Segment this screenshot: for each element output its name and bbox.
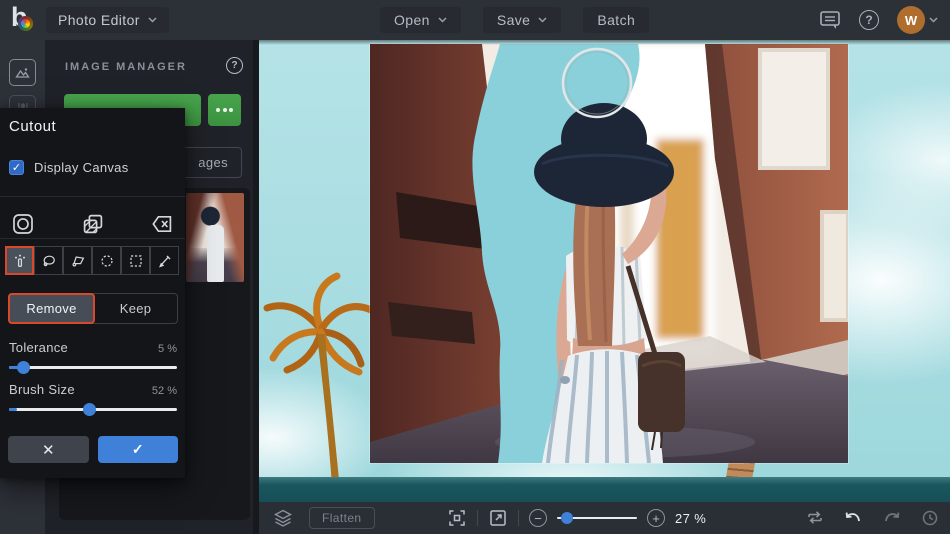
color-wheel-icon [18, 16, 33, 31]
image-manager-help-icon[interactable]: ? [226, 57, 243, 74]
lasso-icon [41, 253, 57, 269]
cancel-button[interactable]: ✕ [8, 436, 89, 463]
layers-icon[interactable] [273, 508, 293, 528]
tool-lasso[interactable] [34, 246, 63, 275]
tool-rect-marquee[interactable] [121, 246, 150, 275]
keep-mode-button[interactable]: Keep [94, 294, 177, 323]
confirm-row: ✕ ✓ [8, 436, 178, 463]
chevron-down-icon [929, 17, 938, 23]
divider [0, 238, 185, 239]
close-icon: ✕ [42, 441, 55, 459]
cutout-panel-title: Cutout [9, 118, 56, 135]
chevron-down-icon [538, 17, 547, 23]
topbar-right: ? W [819, 0, 938, 40]
apply-button[interactable]: ✓ [98, 436, 179, 463]
brush-size-slider-block: Brush Size 52 % [9, 382, 177, 411]
avatar: W [897, 6, 925, 34]
tool-ellipse-marquee[interactable] [92, 246, 121, 275]
zoom-slider[interactable] [557, 517, 637, 519]
undo-icon[interactable] [842, 508, 864, 528]
zoom-out-button[interactable]: − [529, 509, 547, 527]
divider [477, 510, 478, 526]
check-icon: ✓ [132, 441, 144, 458]
ellipse-marquee-icon [99, 253, 115, 269]
app-title-menu[interactable]: Photo Editor [46, 7, 169, 33]
bottom-toolbar: Flatten − + 27 % [259, 502, 950, 534]
account-menu[interactable]: W [897, 6, 938, 34]
app-logo: b [9, 5, 39, 35]
rect-marquee-icon [128, 253, 144, 269]
zoom-level: 27 % [675, 511, 706, 526]
image-manager-title: IMAGE MANAGER [65, 61, 187, 73]
tolerance-slider[interactable] [9, 366, 177, 369]
display-canvas-row: ✓ Display Canvas [9, 160, 129, 175]
tool-magic-wand[interactable] [5, 246, 34, 275]
tolerance-slider-block: Tolerance 5 % [9, 340, 177, 369]
brush-size-slider-handle[interactable] [83, 403, 96, 416]
brush-size-label: Brush Size [9, 382, 75, 397]
tolerance-value: 5 % [158, 343, 177, 355]
cutout-panel: Cutout ✓ Display Canvas [0, 108, 185, 478]
delete-mask-icon[interactable] [150, 212, 174, 236]
extract-icon[interactable] [81, 212, 105, 236]
brush-size-value: 52 % [152, 385, 177, 397]
tool-pen[interactable] [150, 246, 179, 275]
help-icon[interactable]: ? [859, 10, 879, 30]
chevron-down-icon [148, 17, 157, 23]
remove-keep-toggle: Remove Keep [8, 293, 178, 324]
top-bar: b Photo Editor Open Save Batch [0, 0, 950, 40]
tool-polygon-lasso[interactable] [63, 246, 92, 275]
app-title: Photo Editor [58, 12, 140, 28]
feedback-icon[interactable] [819, 10, 841, 30]
zoom-slider-handle[interactable] [561, 512, 573, 524]
flatten-button[interactable]: Flatten [309, 507, 375, 529]
batch-button[interactable]: Batch [583, 7, 649, 33]
canvas-top-shadow [259, 40, 950, 45]
brush-size-slider[interactable] [9, 408, 177, 411]
ocean [259, 477, 950, 502]
photo-layer [370, 44, 848, 463]
display-canvas-checkbox[interactable]: ✓ [9, 160, 24, 175]
mask-icon[interactable] [11, 212, 35, 236]
history-icon[interactable] [920, 508, 940, 528]
divider [0, 196, 185, 197]
editor-canvas[interactable] [259, 40, 950, 502]
pen-icon [157, 253, 173, 269]
divider [518, 510, 519, 526]
photo-editor-app: b Photo Editor Open Save Batch [0, 0, 950, 534]
chevron-down-icon [438, 17, 447, 23]
redo-icon[interactable] [881, 508, 903, 528]
remove-mode-button[interactable]: Remove [8, 293, 95, 324]
tolerance-label: Tolerance [9, 340, 68, 355]
magic-wand-icon [12, 253, 28, 269]
display-canvas-label: Display Canvas [34, 160, 129, 175]
polygon-lasso-icon [70, 253, 86, 269]
tolerance-slider-handle[interactable] [17, 361, 30, 374]
compare-toggle-icon[interactable] [805, 508, 825, 528]
open-menu[interactable]: Open [380, 7, 461, 33]
selection-tools [5, 246, 179, 275]
main-menus: Open Save Batch [380, 7, 649, 33]
save-menu[interactable]: Save [483, 7, 562, 33]
image-manager-tool-button[interactable] [9, 59, 36, 86]
fit-screen-icon[interactable] [447, 508, 467, 528]
image-thumbnail[interactable] [186, 193, 244, 282]
zoom-in-button[interactable]: + [647, 509, 665, 527]
image-icon [15, 66, 30, 79]
more-options-button[interactable] [208, 94, 241, 126]
fullscreen-icon[interactable] [488, 508, 508, 528]
